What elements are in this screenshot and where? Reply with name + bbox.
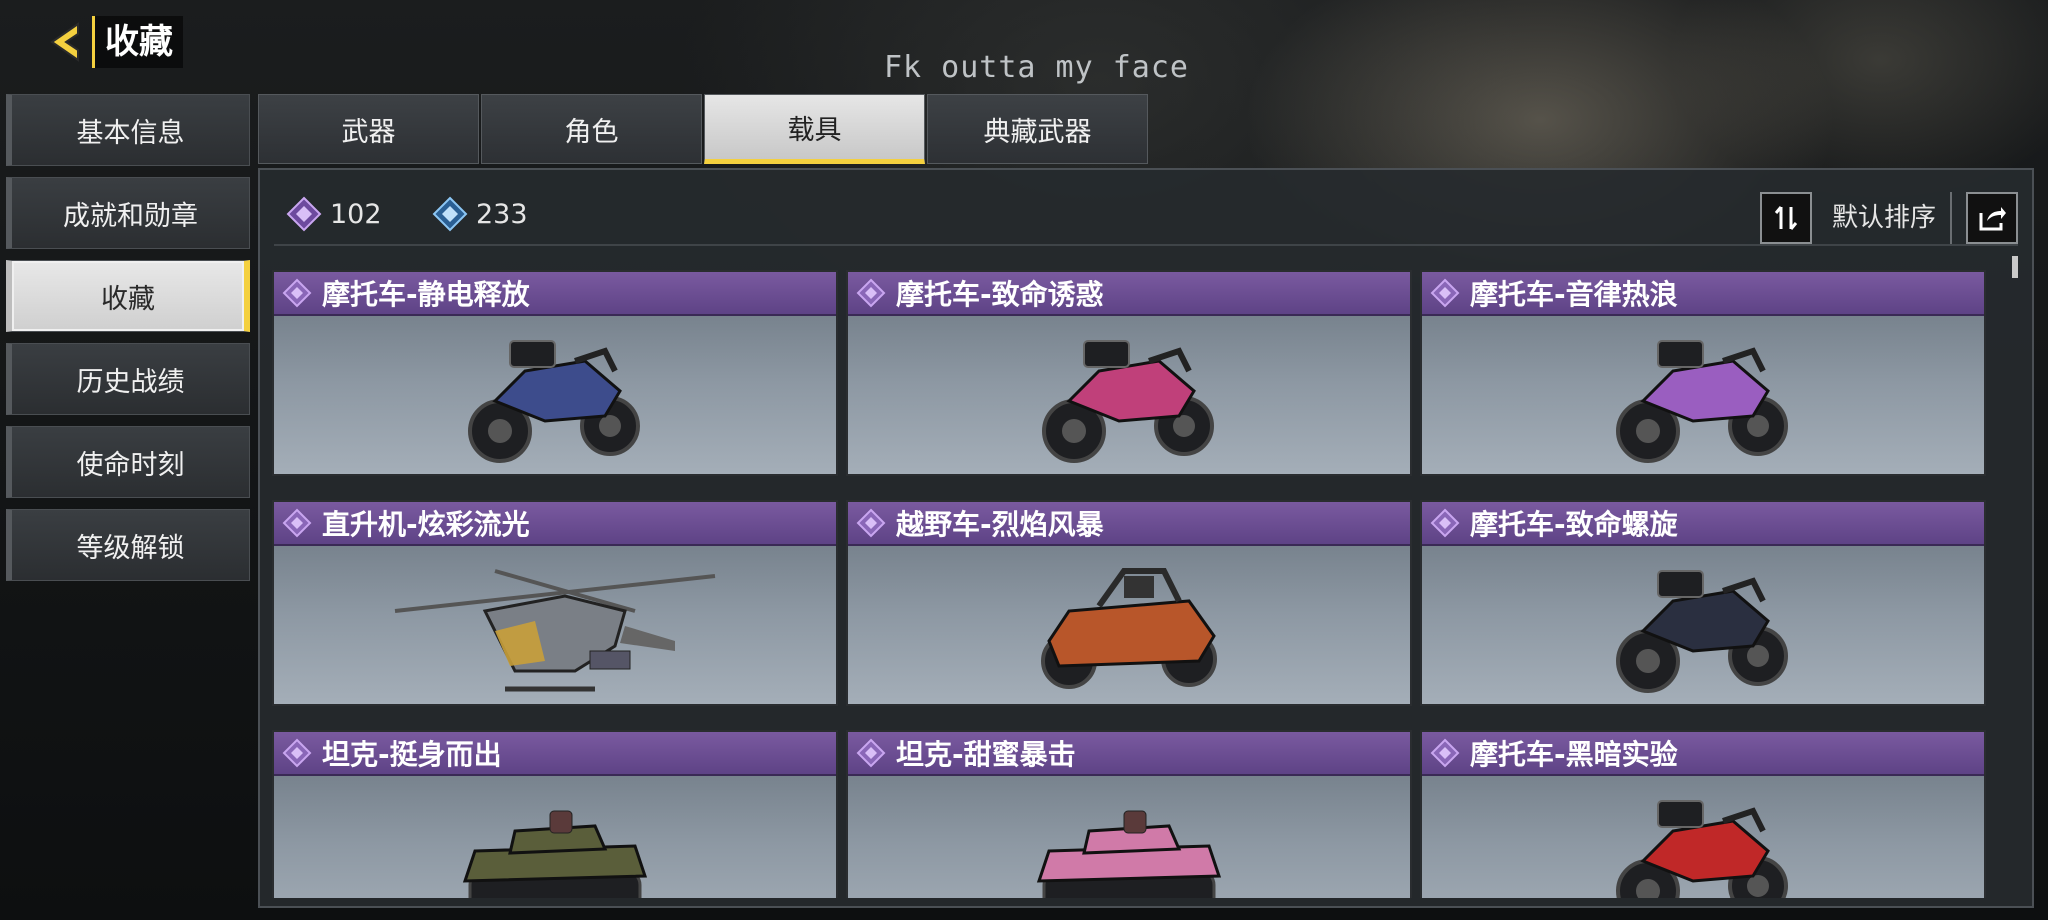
blue-diamond-icon	[432, 196, 468, 232]
vehicle-card-header: 摩托车-黑暗实验	[1422, 732, 1984, 776]
motorcycle-preview-image	[1422, 778, 1984, 898]
vehicle-title: 直升机-炫彩流光	[322, 508, 530, 541]
vehicle-card[interactable]: 坦克-甜蜜暴击	[846, 730, 1412, 898]
sidebar-item-1[interactable]: 成就和勋章	[6, 177, 250, 249]
tab-label: 载具	[787, 114, 842, 146]
vehicle-grid: 摩托车-静电释放 摩托车-致命诱惑 摩托车-音律热浪 直升机-炫彩流光 越野车-…	[272, 270, 1992, 898]
rarity-diamond-icon	[282, 278, 312, 308]
share-button[interactable]	[1966, 192, 2018, 244]
sidebar-item-3[interactable]: 历史战绩	[6, 343, 250, 415]
rarity-diamond-icon	[1430, 278, 1460, 308]
vehicle-card[interactable]: 坦克-挺身而出	[272, 730, 838, 898]
blue-rarity-count: 233	[432, 196, 528, 232]
rarity-diamond-icon	[856, 508, 886, 538]
motorcycle-preview-image	[848, 318, 1410, 474]
motorcycle-preview-image	[274, 318, 836, 474]
vehicle-title: 坦克-挺身而出	[322, 738, 502, 771]
tab-2[interactable]: 载具	[704, 94, 925, 164]
tab-label: 典藏武器	[983, 116, 1092, 148]
sidebar-item-label: 成就和勋章	[63, 200, 198, 232]
vehicle-card[interactable]: 直升机-炫彩流光	[272, 500, 838, 706]
sort-toggle-button[interactable]	[1760, 192, 1812, 244]
vehicle-card[interactable]: 摩托车-静电释放	[272, 270, 838, 476]
sidebar-item-5[interactable]: 等级解锁	[6, 509, 250, 581]
tab-1[interactable]: 角色	[481, 94, 702, 164]
vehicle-title: 越野车-烈焰风暴	[896, 508, 1104, 541]
vehicle-title: 摩托车-静电释放	[322, 278, 530, 311]
share-icon	[1979, 207, 2006, 231]
sidebar-item-label: 等级解锁	[76, 532, 185, 564]
blue-count-value: 233	[476, 198, 528, 230]
vehicle-title: 坦克-甜蜜暴击	[896, 738, 1076, 771]
scroll-thumb[interactable]	[2012, 256, 2018, 278]
vehicle-card[interactable]: 摩托车-黑暗实验	[1420, 730, 1986, 898]
rarity-diamond-icon	[1430, 508, 1460, 538]
collection-panel: 102 233 默认排序 摩托车-静电释放 摩托车-致命诱惑 摩托车-音律热浪 …	[258, 168, 2034, 908]
sidebar-item-2[interactable]: 收藏	[6, 260, 250, 332]
vehicle-card-header: 坦克-挺身而出	[274, 732, 836, 776]
helicopter-preview-image	[274, 548, 836, 704]
vehicle-title: 摩托车-音律热浪	[1470, 278, 1678, 311]
motorcycle-preview-image	[1422, 548, 1984, 704]
grid-scrollbar[interactable]	[2012, 256, 2018, 896]
tab-label: 武器	[341, 116, 396, 148]
rarity-diamond-icon	[282, 738, 312, 768]
collection-toolbar: 102 233 默认排序	[274, 184, 2018, 246]
sort-mode-label[interactable]: 默认排序	[1832, 192, 1952, 244]
tank-preview-image	[274, 778, 836, 898]
side-navigation: 基本信息成就和勋章收藏历史战绩使命时刻等级解锁	[6, 94, 250, 592]
sidebar-item-label: 历史战绩	[76, 366, 185, 398]
back-button[interactable]	[40, 14, 96, 70]
overlay-caption: Fk outta my face	[884, 50, 1189, 85]
rarity-diamond-icon	[282, 508, 312, 538]
rarity-diamond-icon	[856, 738, 886, 768]
sort-toggle-icon	[1774, 206, 1798, 230]
purple-diamond-icon	[286, 196, 322, 232]
tab-label: 角色	[564, 116, 619, 148]
vehicle-card-header: 摩托车-致命螺旋	[1422, 502, 1984, 546]
sidebar-item-label: 收藏	[101, 283, 155, 315]
vehicle-card[interactable]: 摩托车-致命螺旋	[1420, 500, 1986, 706]
vehicle-card-header: 摩托车-静电释放	[274, 272, 836, 316]
tab-3[interactable]: 典藏武器	[927, 94, 1148, 164]
buggy-preview-image	[848, 548, 1410, 704]
page-title: 收藏	[92, 16, 183, 68]
vehicle-card[interactable]: 摩托车-致命诱惑	[846, 270, 1412, 476]
sidebar-item-0[interactable]: 基本信息	[6, 94, 250, 166]
vehicle-card-header: 摩托车-致命诱惑	[848, 272, 1410, 316]
vehicle-card-header: 直升机-炫彩流光	[274, 502, 836, 546]
motorcycle-preview-image	[1422, 318, 1984, 474]
vehicle-title: 摩托车-黑暗实验	[1470, 738, 1678, 771]
sidebar-item-label: 使命时刻	[76, 449, 185, 481]
purple-count-value: 102	[330, 198, 382, 230]
category-tabs: 武器 角色 载具 典藏武器	[258, 94, 1150, 164]
sidebar-item-4[interactable]: 使命时刻	[6, 426, 250, 498]
vehicle-title: 摩托车-致命诱惑	[896, 278, 1104, 311]
purple-rarity-count: 102	[286, 196, 382, 232]
sidebar-item-label: 基本信息	[76, 117, 185, 149]
vehicle-title: 摩托车-致命螺旋	[1470, 508, 1678, 541]
vehicle-card-header: 摩托车-音律热浪	[1422, 272, 1984, 316]
vehicle-card[interactable]: 越野车-烈焰风暴	[846, 500, 1412, 706]
rarity-diamond-icon	[1430, 738, 1460, 768]
vehicle-card[interactable]: 摩托车-音律热浪	[1420, 270, 1986, 476]
vehicle-card-header: 坦克-甜蜜暴击	[848, 732, 1410, 776]
tank-preview-image	[848, 778, 1410, 898]
back-arrow-icon	[50, 22, 79, 62]
vehicle-card-header: 越野车-烈焰风暴	[848, 502, 1410, 546]
rarity-diamond-icon	[856, 278, 886, 308]
tab-0[interactable]: 武器	[258, 94, 479, 164]
